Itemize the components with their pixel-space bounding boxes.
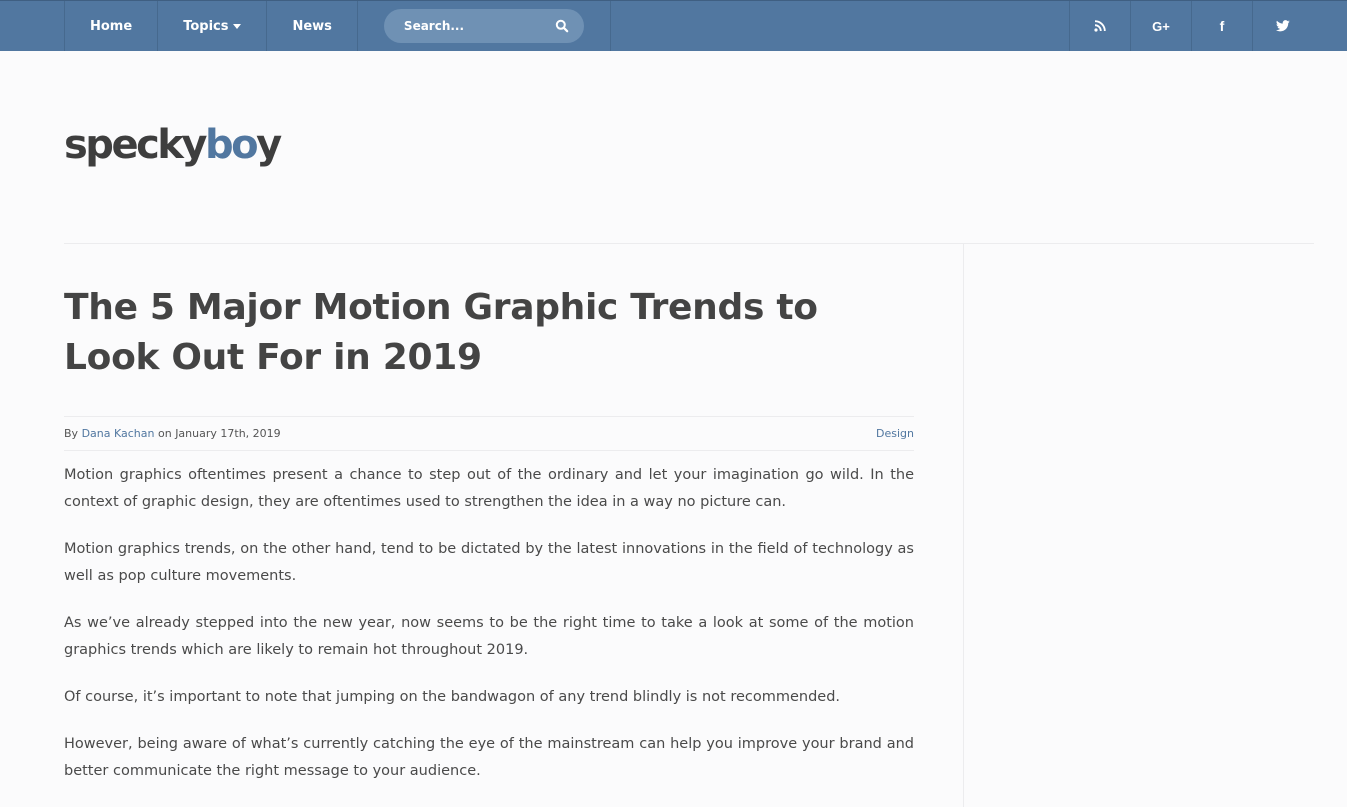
article-body: Motion graphics oftentimes present a cha… (64, 462, 914, 805)
article-paragraph: As we’ve already stepped into the new ye… (64, 615, 914, 658)
nav-topics-label: Topics (183, 18, 229, 34)
logo-text-eyes: bo (204, 122, 259, 168)
logo-text-part1: specky (64, 122, 207, 168)
article-meta: By Dana Kachan on January 17th, 2019 Des… (64, 416, 914, 451)
sidebar-divider (963, 243, 964, 807)
article-title: The 5 Major Motion Graphic Trends to Loo… (64, 287, 818, 378)
twitter-link[interactable] (1252, 1, 1313, 51)
nav-home[interactable]: Home (64, 1, 157, 51)
rss-icon (1094, 20, 1106, 32)
byline: By Dana Kachan on January 17th, 2019 (64, 427, 281, 440)
nav-topics[interactable]: Topics (157, 1, 266, 51)
article-paragraph: Motion graphics trends, on the other han… (64, 541, 914, 584)
article-paragraph: Motion graphics oftentimes present a cha… (64, 467, 914, 510)
google-plus-icon: G+ (1152, 18, 1170, 34)
article-paragraph: However, being aware of what’s currently… (64, 736, 914, 779)
search-icon[interactable] (555, 19, 569, 33)
header-divider (64, 243, 1314, 244)
byline-on: on (157, 427, 172, 440)
search-input[interactable] (383, 9, 584, 43)
search-container (358, 1, 611, 51)
nav-news-label: News (292, 18, 332, 34)
publish-date: January 17th, 2019 (175, 427, 281, 440)
google-plus-link[interactable]: G+ (1130, 1, 1191, 51)
nav-news[interactable]: News (266, 1, 358, 51)
search-box (383, 9, 584, 43)
site-logo[interactable]: specky bo y (64, 122, 282, 172)
primary-nav: Home Topics News (64, 1, 611, 51)
byline-by: By (64, 427, 79, 440)
facebook-link[interactable]: f (1191, 1, 1252, 51)
nav-home-label: Home (90, 18, 133, 34)
top-navigation-bar: Home Topics News G+ f (0, 0, 1347, 51)
article-paragraph: Of course, it’s important to note that j… (64, 689, 841, 705)
category-link[interactable]: Design (876, 427, 914, 440)
twitter-icon (1276, 20, 1290, 32)
facebook-icon: f (1219, 18, 1225, 34)
rss-link[interactable] (1069, 1, 1130, 51)
social-links: G+ f (1069, 1, 1313, 51)
logo-text-part3: y (256, 122, 282, 168)
caret-down-icon (233, 23, 242, 29)
author-link[interactable]: Dana Kachan (82, 427, 155, 440)
